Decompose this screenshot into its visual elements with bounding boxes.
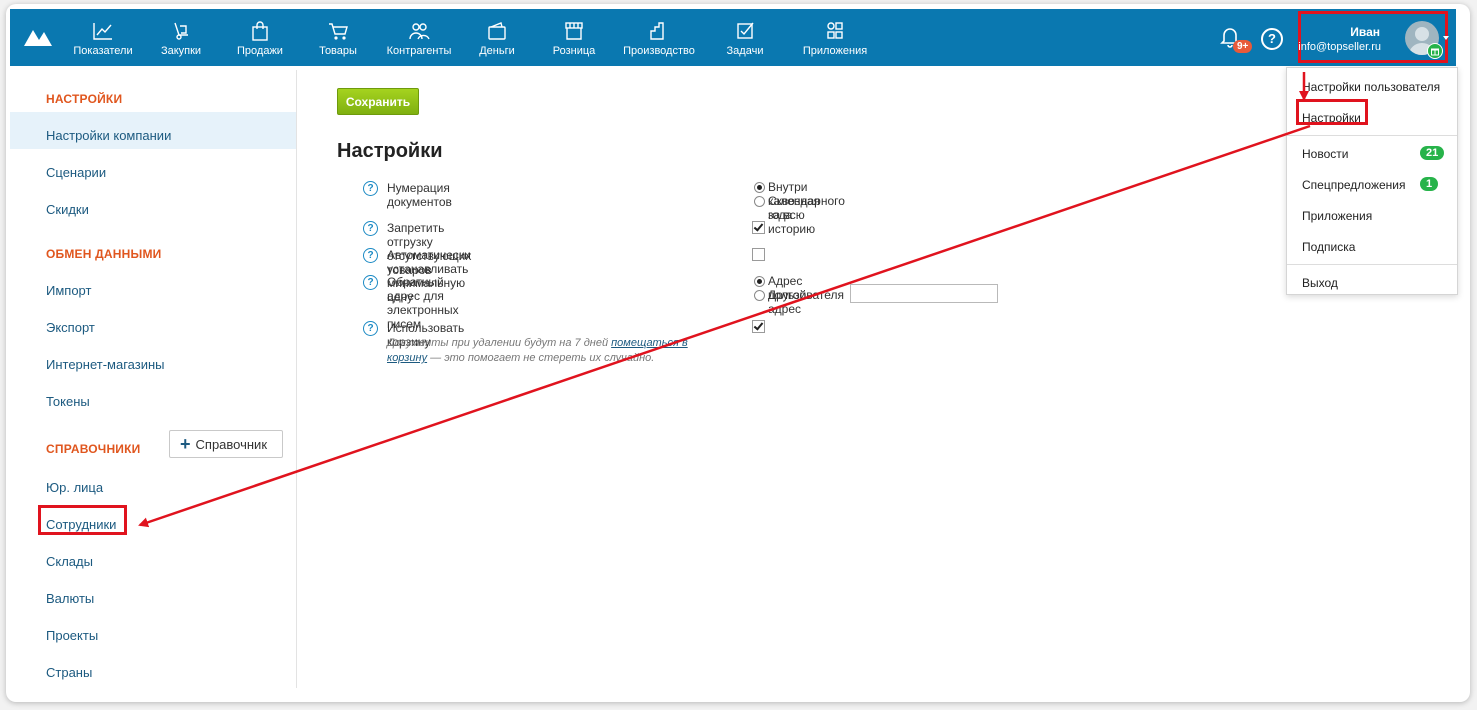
people-icon xyxy=(409,23,430,40)
section-header-exchange: ОБМЕН ДАННЫМИ xyxy=(46,247,162,261)
chevron-down-icon xyxy=(1443,36,1449,40)
user-menu[interactable]: Иван info@topseller.ru xyxy=(1298,11,1449,63)
notifications-badge: 9+ xyxy=(1233,40,1253,53)
section-header-settings: НАСТРОЙКИ xyxy=(46,92,123,106)
sidebar-item-countries[interactable]: Страны xyxy=(46,665,92,680)
nav-retail[interactable]: Розница xyxy=(533,9,615,66)
chart-icon xyxy=(93,23,112,40)
menu-divider xyxy=(1287,264,1457,265)
help-circle-icon[interactable]: ? xyxy=(363,248,378,263)
special-offers-count-badge: 1 xyxy=(1420,177,1439,191)
user-address-radio[interactable] xyxy=(754,276,765,287)
menu-item-logout[interactable]: Выход xyxy=(1302,276,1338,290)
sidebar-item-warehouses[interactable]: Склады xyxy=(46,554,93,569)
nav-indicators[interactable]: Показатели xyxy=(65,9,141,66)
menu-item-news[interactable]: Новости xyxy=(1302,147,1348,161)
through-history-label: Сквозная за всю историю xyxy=(768,194,820,236)
nav-tasks[interactable]: Задачи xyxy=(703,9,787,66)
cart-icon xyxy=(329,23,348,40)
add-directory-label: Справочник xyxy=(195,436,268,452)
doc-numbering-label: Нумерация документов xyxy=(387,181,452,209)
sidebar-item-import[interactable]: Импорт xyxy=(46,283,91,298)
page-title: Настройки xyxy=(337,140,443,162)
user-email: info@topseller.ru xyxy=(1298,41,1381,53)
trash-hint: Документы при удалении будут на 7 дней п… xyxy=(387,336,717,366)
gift-icon xyxy=(1427,43,1443,59)
help-circle-icon[interactable]: ? xyxy=(363,221,378,236)
section-header-directories: СПРАВОЧНИКИ xyxy=(46,442,141,456)
hint-text: — это помогает не стереть их случайно. xyxy=(427,352,655,364)
top-navigation-bar: Показатели Закупки Продажи Товары Контра… xyxy=(10,9,1456,66)
wallet-icon xyxy=(488,22,506,40)
other-address-label: Другой адрес xyxy=(768,288,807,316)
help-icon[interactable]: ? xyxy=(1261,28,1283,50)
save-button[interactable]: Сохранить xyxy=(337,88,419,115)
factory-icon xyxy=(650,22,664,40)
settings-highlight xyxy=(1296,99,1368,125)
nav-label: Розница xyxy=(552,45,596,57)
sidebar-item-online-stores[interactable]: Интернет-магазины xyxy=(46,357,165,372)
nav-sales[interactable]: Продажи xyxy=(221,9,299,66)
news-count-badge: 21 xyxy=(1420,146,1445,160)
sidebar-item-legal-entities[interactable]: Юр. лица xyxy=(46,480,103,495)
within-year-radio[interactable] xyxy=(754,182,765,193)
menu-item-special-offers[interactable]: Спецпредложения xyxy=(1302,178,1406,192)
other-address-input[interactable] xyxy=(850,284,998,303)
nav-production[interactable]: Производство xyxy=(615,9,703,66)
other-address-radio[interactable] xyxy=(754,290,765,301)
sidebar-item-discounts[interactable]: Скидки xyxy=(46,202,89,217)
sidebar-item-currencies[interactable]: Валюты xyxy=(46,591,94,606)
sidebar-item-scenarios[interactable]: Сценарии xyxy=(46,165,106,180)
sidebar-item-projects[interactable]: Проекты xyxy=(46,628,98,643)
employees-highlight xyxy=(38,505,127,535)
shopping-bag-icon xyxy=(252,21,268,41)
nav-label: Производство xyxy=(623,45,695,57)
storefront-icon xyxy=(565,22,583,40)
nav-label: Показатели xyxy=(73,45,133,57)
apps-icon xyxy=(827,22,843,39)
through-history-radio[interactable] xyxy=(754,196,765,207)
menu-item-subscription[interactable]: Подписка xyxy=(1302,240,1355,254)
user-name: Иван xyxy=(1350,25,1380,39)
sidebar-item-export[interactable]: Экспорт xyxy=(46,320,95,335)
nav-label: Деньги xyxy=(479,45,515,57)
nav-label: Задачи xyxy=(726,45,764,57)
help-circle-icon[interactable]: ? xyxy=(363,181,378,196)
nav-label: Контрагенты xyxy=(386,45,452,57)
help-circle-icon[interactable]: ? xyxy=(363,321,378,336)
nav-applications[interactable]: Приложения xyxy=(787,9,883,66)
forbid-shipment-checkbox[interactable] xyxy=(752,221,765,234)
main-nav: Показатели Закупки Продажи Товары Контра… xyxy=(65,9,883,66)
nav-label: Продажи xyxy=(237,45,283,57)
nav-label: Приложения xyxy=(802,45,868,57)
use-trash-checkbox[interactable] xyxy=(752,320,765,333)
auto-min-price-checkbox[interactable] xyxy=(752,248,765,261)
hand-truck-icon xyxy=(174,22,188,40)
nav-label: Закупки xyxy=(160,45,202,57)
nav-money[interactable]: Деньги xyxy=(461,9,533,66)
menu-divider xyxy=(1287,135,1457,136)
sidebar-item-tokens[interactable]: Токены xyxy=(46,394,90,409)
logo-icon[interactable] xyxy=(22,26,54,48)
nav-purchases[interactable]: Закупки xyxy=(141,9,221,66)
add-directory-button[interactable]: + Справочник xyxy=(169,430,283,458)
menu-item-user-settings[interactable]: Настройки пользователя xyxy=(1302,80,1440,94)
nav-contractors[interactable]: Контрагенты xyxy=(377,9,461,66)
hint-text: Документы при удалении будут на 7 дней xyxy=(387,337,612,349)
sidebar-item-company-settings[interactable]: Настройки компании xyxy=(46,128,171,143)
checkbox-icon xyxy=(737,22,754,39)
settings-sidebar: НАСТРОЙКИ Настройки компании Сценарии Ск… xyxy=(10,70,297,688)
plus-icon: + xyxy=(180,434,191,454)
menu-item-apps[interactable]: Приложения xyxy=(1302,209,1372,223)
help-circle-icon[interactable]: ? xyxy=(363,275,378,290)
nav-label: Товары xyxy=(319,45,357,57)
nav-products[interactable]: Товары xyxy=(299,9,377,66)
